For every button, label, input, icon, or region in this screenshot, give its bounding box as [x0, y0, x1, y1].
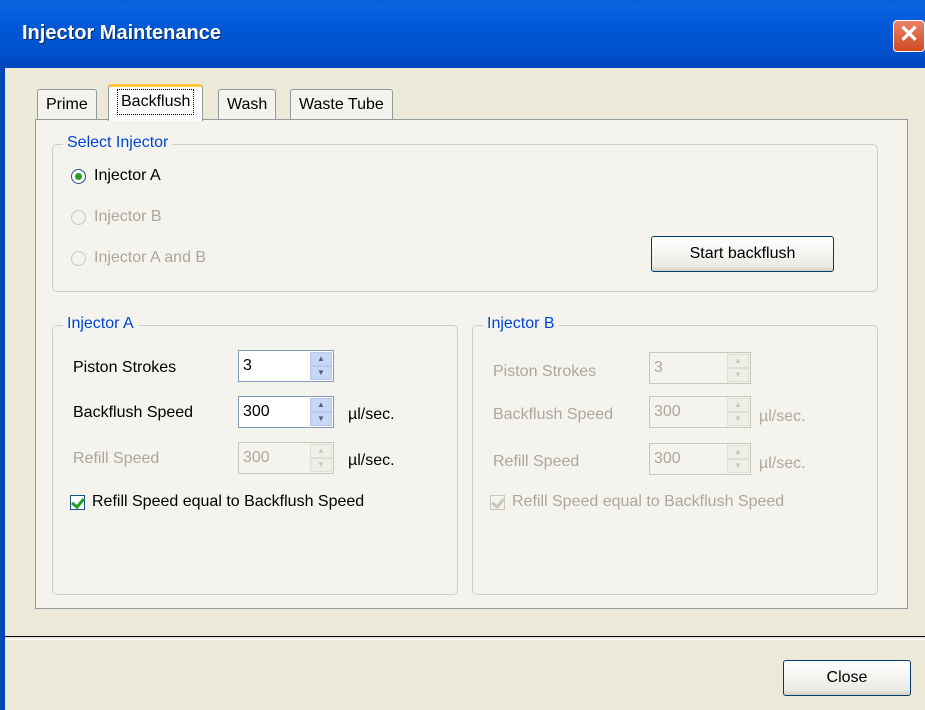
- tab-label: Prime: [46, 96, 88, 113]
- refill-speed-value: 300: [654, 450, 681, 467]
- backflush-speed-stepper: 300 ▲ ▼: [649, 396, 751, 428]
- spin-up-icon[interactable]: ▲: [310, 352, 332, 366]
- refill-equal-checkbox-row: Refill Speed equal to Backflush Speed: [490, 493, 784, 511]
- radio-label: Injector B: [94, 208, 162, 225]
- start-backflush-button[interactable]: Start backflush: [651, 236, 834, 272]
- group-legend: Select Injector: [63, 134, 173, 152]
- checkbox-label: Refill Speed equal to Backflush Speed: [512, 493, 785, 510]
- spin-up-icon: ▲: [310, 444, 332, 458]
- close-button[interactable]: Close: [783, 660, 911, 696]
- tab-label: Waste Tube: [299, 96, 384, 113]
- refill-speed-label: Refill Speed: [493, 453, 580, 470]
- spin-buttons: ▲ ▼: [727, 398, 749, 426]
- backflush-speed-label: Backflush Speed: [493, 406, 614, 423]
- spin-down-icon[interactable]: ▼: [310, 412, 332, 426]
- piston-strokes-stepper: 3 ▲ ▼: [649, 352, 751, 384]
- piston-strokes-label: Piston Strokes: [73, 359, 177, 376]
- backflush-speed-value: 300: [654, 403, 681, 420]
- tab-backflush[interactable]: Backflush: [108, 84, 204, 121]
- tab-waste-tube[interactable]: Waste Tube: [290, 89, 393, 120]
- spin-down-icon: ▼: [727, 412, 749, 426]
- tab-label: Wash: [227, 96, 268, 113]
- spin-buttons: ▲ ▼: [310, 398, 332, 426]
- backflush-unit: µl/sec.: [348, 406, 395, 423]
- spin-up-icon: ▲: [727, 354, 749, 368]
- piston-strokes-stepper[interactable]: 3 ▲ ▼: [238, 350, 334, 382]
- window-border: [0, 68, 5, 710]
- backflush-unit: µl/sec.: [759, 408, 806, 425]
- tab-label: Backflush: [117, 89, 195, 115]
- tab-wash[interactable]: Wash: [218, 89, 277, 120]
- refill-equal-checkbox[interactable]: [70, 494, 85, 510]
- backflush-speed-label: Backflush Speed: [73, 404, 194, 421]
- refill-speed-stepper: 300 ▲ ▼: [238, 442, 334, 474]
- spin-up-icon: ▲: [727, 445, 749, 459]
- radio-button[interactable]: [71, 168, 86, 184]
- spin-buttons: ▲ ▼: [727, 445, 749, 473]
- tab-panel-backflush: Select Injector Injector A Injector B In…: [35, 119, 908, 609]
- injector-a-group: Injector A Piston Strokes 3 ▲ ▼ Backflus…: [52, 315, 458, 595]
- footer-divider: [5, 636, 925, 640]
- refill-speed-value: 300: [243, 449, 270, 466]
- backflush-speed-stepper[interactable]: 300 ▲ ▼: [238, 396, 334, 428]
- window-title: Injector Maintenance: [22, 22, 221, 44]
- backflush-speed-value[interactable]: 300: [239, 397, 309, 427]
- refill-unit: µl/sec.: [759, 455, 806, 472]
- radio-label: Injector A: [94, 167, 161, 184]
- radio-button: [71, 209, 86, 225]
- tab-prime[interactable]: Prime: [37, 89, 97, 120]
- piston-strokes-label: Piston Strokes: [493, 363, 597, 380]
- piston-strokes-value: 3: [654, 359, 663, 376]
- spin-up-icon: ▲: [727, 398, 749, 412]
- radio-button: [71, 250, 86, 266]
- radio-injector-a-and-b: Injector A and B: [71, 249, 206, 267]
- refill-equal-checkbox-row[interactable]: Refill Speed equal to Backflush Speed: [70, 493, 364, 511]
- injector-b-group: Injector B Piston Strokes 3 ▲ ▼ Backflus…: [472, 315, 878, 595]
- refill-equal-checkbox: [490, 494, 505, 510]
- refill-unit: µl/sec.: [348, 452, 395, 469]
- radio-injector-b: Injector B: [71, 208, 162, 226]
- radio-label: Injector A and B: [94, 249, 207, 266]
- title-bar[interactable]: Injector Maintenance ✕: [0, 0, 925, 68]
- injector-maintenance-dialog: Injector Maintenance ✕ Prime Backflush W…: [0, 0, 925, 710]
- group-legend: Injector A: [63, 315, 138, 333]
- select-injector-group: Select Injector Injector A Injector B In…: [52, 134, 878, 292]
- spin-buttons: ▲ ▼: [310, 352, 332, 380]
- refill-speed-label: Refill Speed: [73, 450, 160, 467]
- spin-down-icon: ▼: [310, 458, 332, 472]
- spin-down-icon: ▼: [727, 459, 749, 473]
- refill-speed-stepper: 300 ▲ ▼: [649, 443, 751, 475]
- close-icon[interactable]: ✕: [893, 20, 925, 52]
- spin-buttons: ▲ ▼: [727, 354, 749, 382]
- group-legend: Injector B: [483, 315, 559, 333]
- piston-strokes-value[interactable]: 3: [239, 351, 309, 381]
- spin-down-icon[interactable]: ▼: [310, 366, 332, 380]
- spin-down-icon: ▼: [727, 368, 749, 382]
- spin-buttons: ▲ ▼: [310, 444, 332, 472]
- checkbox-label: Refill Speed equal to Backflush Speed: [92, 493, 365, 510]
- radio-injector-a[interactable]: Injector A: [71, 167, 161, 185]
- spin-up-icon[interactable]: ▲: [310, 398, 332, 412]
